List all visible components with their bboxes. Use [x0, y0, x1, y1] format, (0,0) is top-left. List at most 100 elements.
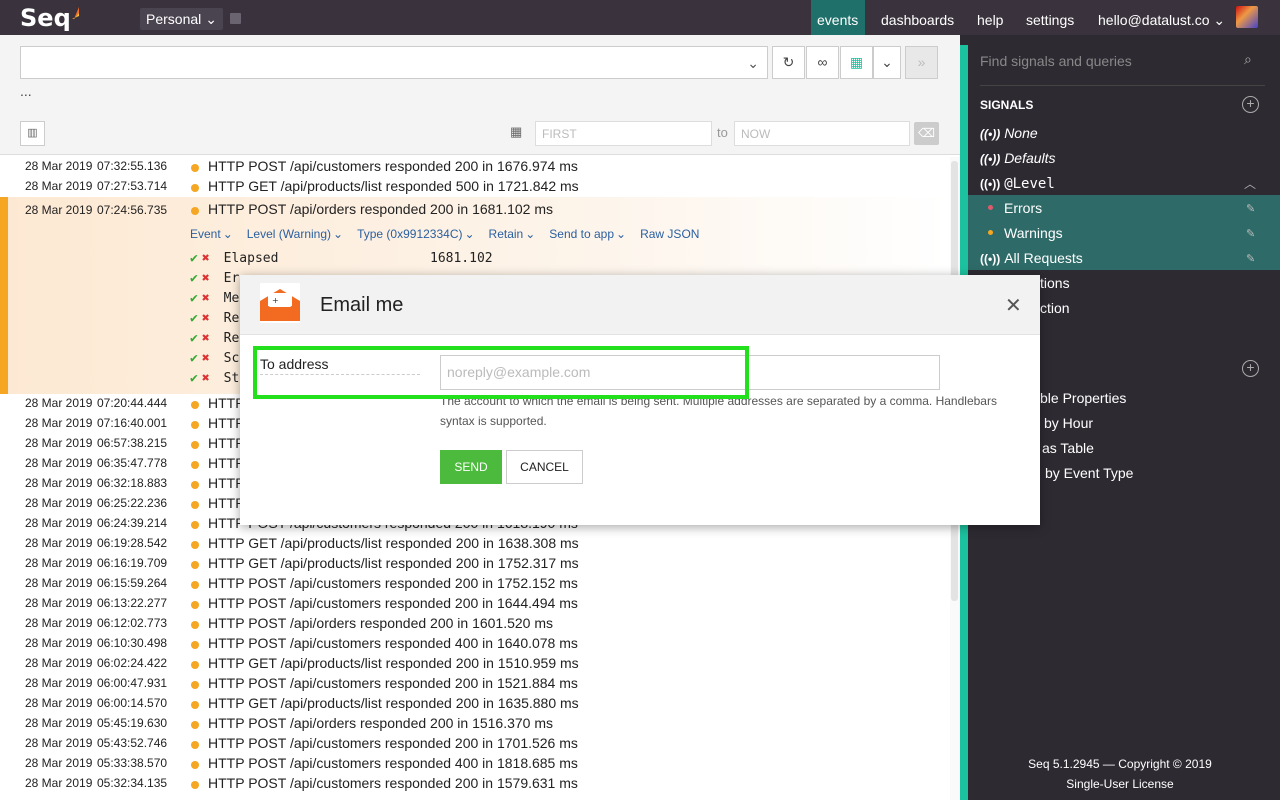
level-dot-icon: [191, 681, 199, 689]
clear-dates-button[interactable]: ⌫: [914, 122, 939, 145]
nav-dashboards[interactable]: dashboards: [875, 0, 960, 35]
include-check-icon[interactable]: ✔: [190, 251, 198, 266]
edit-pencil-icon[interactable]: ✎: [1246, 227, 1255, 240]
link-button[interactable]: ∞: [806, 46, 839, 79]
event-row[interactable]: 28 Mar 2019 06:00:14.570 HTTP GET /api/pro…: [0, 694, 948, 714]
event-row[interactable]: 28 Mar 2019 05:45:19.630 HTTP POST /api/or…: [0, 714, 948, 734]
event-row[interactable]: 28 Mar 2019 05:33:38.570 HTTP POST /api/cu…: [0, 754, 948, 774]
signal-partial[interactable]: ction: [1040, 300, 1070, 316]
event-action-menu[interactable]: Level (Warning): [247, 227, 331, 241]
query-item[interactable]: as Table: [1042, 440, 1094, 456]
histogram-button[interactable]: ▥: [20, 121, 45, 146]
add-signal-icon[interactable]: +: [1242, 96, 1259, 113]
exclude-x-icon[interactable]: ✖: [202, 251, 210, 266]
workspace-selector[interactable]: Personal ⌄: [140, 8, 223, 30]
nav-events[interactable]: events: [811, 0, 865, 35]
event-time: 06:35:47.778: [97, 456, 168, 470]
chevron-down-icon[interactable]: ⌄: [747, 55, 759, 72]
event-message: HTTP POST /api/customers responded 200 i…: [208, 575, 578, 591]
include-check-icon[interactable]: ✔: [190, 311, 198, 326]
signals-heading: SIGNALS: [980, 98, 1034, 112]
refresh-button[interactable]: ↻: [772, 46, 805, 79]
event-row[interactable]: 28 Mar 2019 07:27:53.714 HTTP GET /api/pro…: [0, 177, 948, 197]
level-dot-icon: [191, 581, 199, 589]
exclude-x-icon[interactable]: ✖: [202, 311, 210, 326]
cancel-button[interactable]: CANCEL: [506, 450, 583, 484]
divider: [980, 85, 1265, 86]
signal-level[interactable]: ((•)) @Level: [980, 175, 1055, 192]
chevron-down-icon: ⌄: [616, 227, 627, 241]
send-button[interactable]: SEND: [440, 450, 502, 484]
event-action-menu[interactable]: Send to app: [549, 227, 614, 241]
date-to-input[interactable]: NOW: [734, 121, 910, 146]
signal-errors[interactable]: Errors: [1004, 200, 1042, 216]
save-workspace-icon[interactable]: [230, 13, 241, 24]
exclude-x-icon[interactable]: ✖: [202, 331, 210, 346]
event-action-menu[interactable]: Retain: [489, 227, 524, 241]
svg-text:+: +: [272, 296, 279, 305]
event-time: 06:13:22.277: [97, 596, 168, 610]
query-input[interactable]: ⌄: [20, 46, 768, 79]
event-time: 06:12:02.773: [97, 616, 168, 630]
signal-warnings[interactable]: Warnings: [1004, 225, 1063, 241]
event-action-menu[interactable]: Type (0x9912334C): [357, 227, 462, 241]
event-row[interactable]: 28 Mar 2019 06:13:22.277 HTTP POST /api/cu…: [0, 594, 948, 614]
filter-area: ⌄ ↻ ∞ ▦ ⌄ » ... ▥ ▦ FIRST to NOW ⌫: [0, 35, 960, 155]
nav-settings[interactable]: settings: [1020, 0, 1080, 35]
exclude-x-icon[interactable]: ✖: [202, 371, 210, 386]
refresh-icon: ↻: [782, 54, 795, 70]
event-row[interactable]: 28 Mar 2019 06:10:30.498 HTTP POST /api/cu…: [0, 634, 948, 654]
level-dot-icon: [191, 461, 199, 469]
event-row[interactable]: 28 Mar 2019 06:15:59.264 HTTP POST /api/cu…: [0, 574, 948, 594]
exclude-x-icon[interactable]: ✖: [202, 351, 210, 366]
event-time: 06:15:59.264: [97, 576, 168, 590]
signal-none[interactable]: ((•)) None: [980, 125, 1038, 141]
exclude-x-icon[interactable]: ✖: [202, 271, 210, 286]
event-row[interactable]: 28 Mar 2019 06:12:02.773 HTTP POST /api/or…: [0, 614, 948, 634]
event-row[interactable]: 28 Mar 2019 06:00:47.931 HTTP POST /api/cu…: [0, 674, 948, 694]
include-check-icon[interactable]: ✔: [190, 271, 198, 286]
close-icon[interactable]: ✕: [1005, 293, 1022, 318]
event-date: 28 Mar 2019: [25, 556, 93, 570]
event-row[interactable]: 28 Mar 2019 06:19:28.542 HTTP GET /api/pro…: [0, 534, 948, 554]
event-row[interactable]: 28 Mar 2019 07:32:55.136 HTTP POST /api/cu…: [0, 157, 948, 177]
signal-all-requests[interactable]: ((•)) All Requests: [980, 250, 1083, 266]
user-menu[interactable]: hello@datalust.co ⌄: [1092, 0, 1231, 35]
level-dot-icon: [191, 541, 199, 549]
signal-defaults[interactable]: ((•)) Defaults: [980, 150, 1056, 166]
signal-bar-button[interactable]: ▦: [840, 46, 873, 79]
edit-pencil-icon[interactable]: ✎: [1246, 202, 1255, 215]
chevron-up-icon[interactable]: ︿: [1244, 175, 1256, 192]
event-action-menu[interactable]: Event: [190, 227, 221, 241]
edit-pencil-icon[interactable]: ✎: [1246, 252, 1255, 265]
event-time: 07:27:53.714: [97, 179, 168, 193]
event-row[interactable]: 28 Mar 2019 06:02:24.422 HTTP GET /api/pro…: [0, 654, 948, 674]
event-row[interactable]: 28 Mar 2019 05:43:52.746 HTTP POST /api/cu…: [0, 734, 948, 754]
search-icon[interactable]: ⌕: [1244, 51, 1252, 68]
include-check-icon[interactable]: ✔: [190, 351, 198, 366]
signal-search-input[interactable]: Find signals and queries: [980, 53, 1132, 69]
calendar-icon[interactable]: ▦: [510, 124, 529, 140]
include-check-icon[interactable]: ✔: [190, 291, 198, 306]
event-date: 28 Mar 2019: [25, 736, 93, 750]
event-row[interactable]: 28 Mar 2019 05:32:34.135 HTTP POST /api/cu…: [0, 774, 948, 794]
avatar[interactable]: [1236, 6, 1258, 28]
query-item[interactable]: by Hour: [1044, 415, 1093, 431]
signal-partial[interactable]: tions: [1040, 275, 1070, 291]
more-options-button[interactable]: ⌄: [873, 46, 901, 79]
event-action-menu[interactable]: Raw JSON: [640, 227, 699, 241]
seq-logo[interactable]: Seq: [20, 4, 71, 32]
level-dot-icon: [191, 621, 199, 629]
include-check-icon[interactable]: ✔: [190, 331, 198, 346]
property-name: Re: [223, 311, 240, 326]
exclude-x-icon[interactable]: ✖: [202, 291, 210, 306]
nav-help[interactable]: help: [971, 0, 1009, 35]
query-item[interactable]: ble Properties: [1040, 390, 1126, 406]
query-item[interactable]: by Event Type: [1045, 465, 1133, 481]
event-row[interactable]: 28 Mar 2019 06:16:19.709 HTTP GET /api/pro…: [0, 554, 948, 574]
broadcast-icon: ((•)): [980, 252, 1001, 266]
include-check-icon[interactable]: ✔: [190, 371, 198, 386]
tail-button[interactable]: »: [905, 46, 938, 79]
add-query-icon[interactable]: +: [1242, 360, 1259, 377]
date-from-input[interactable]: FIRST: [535, 121, 712, 146]
